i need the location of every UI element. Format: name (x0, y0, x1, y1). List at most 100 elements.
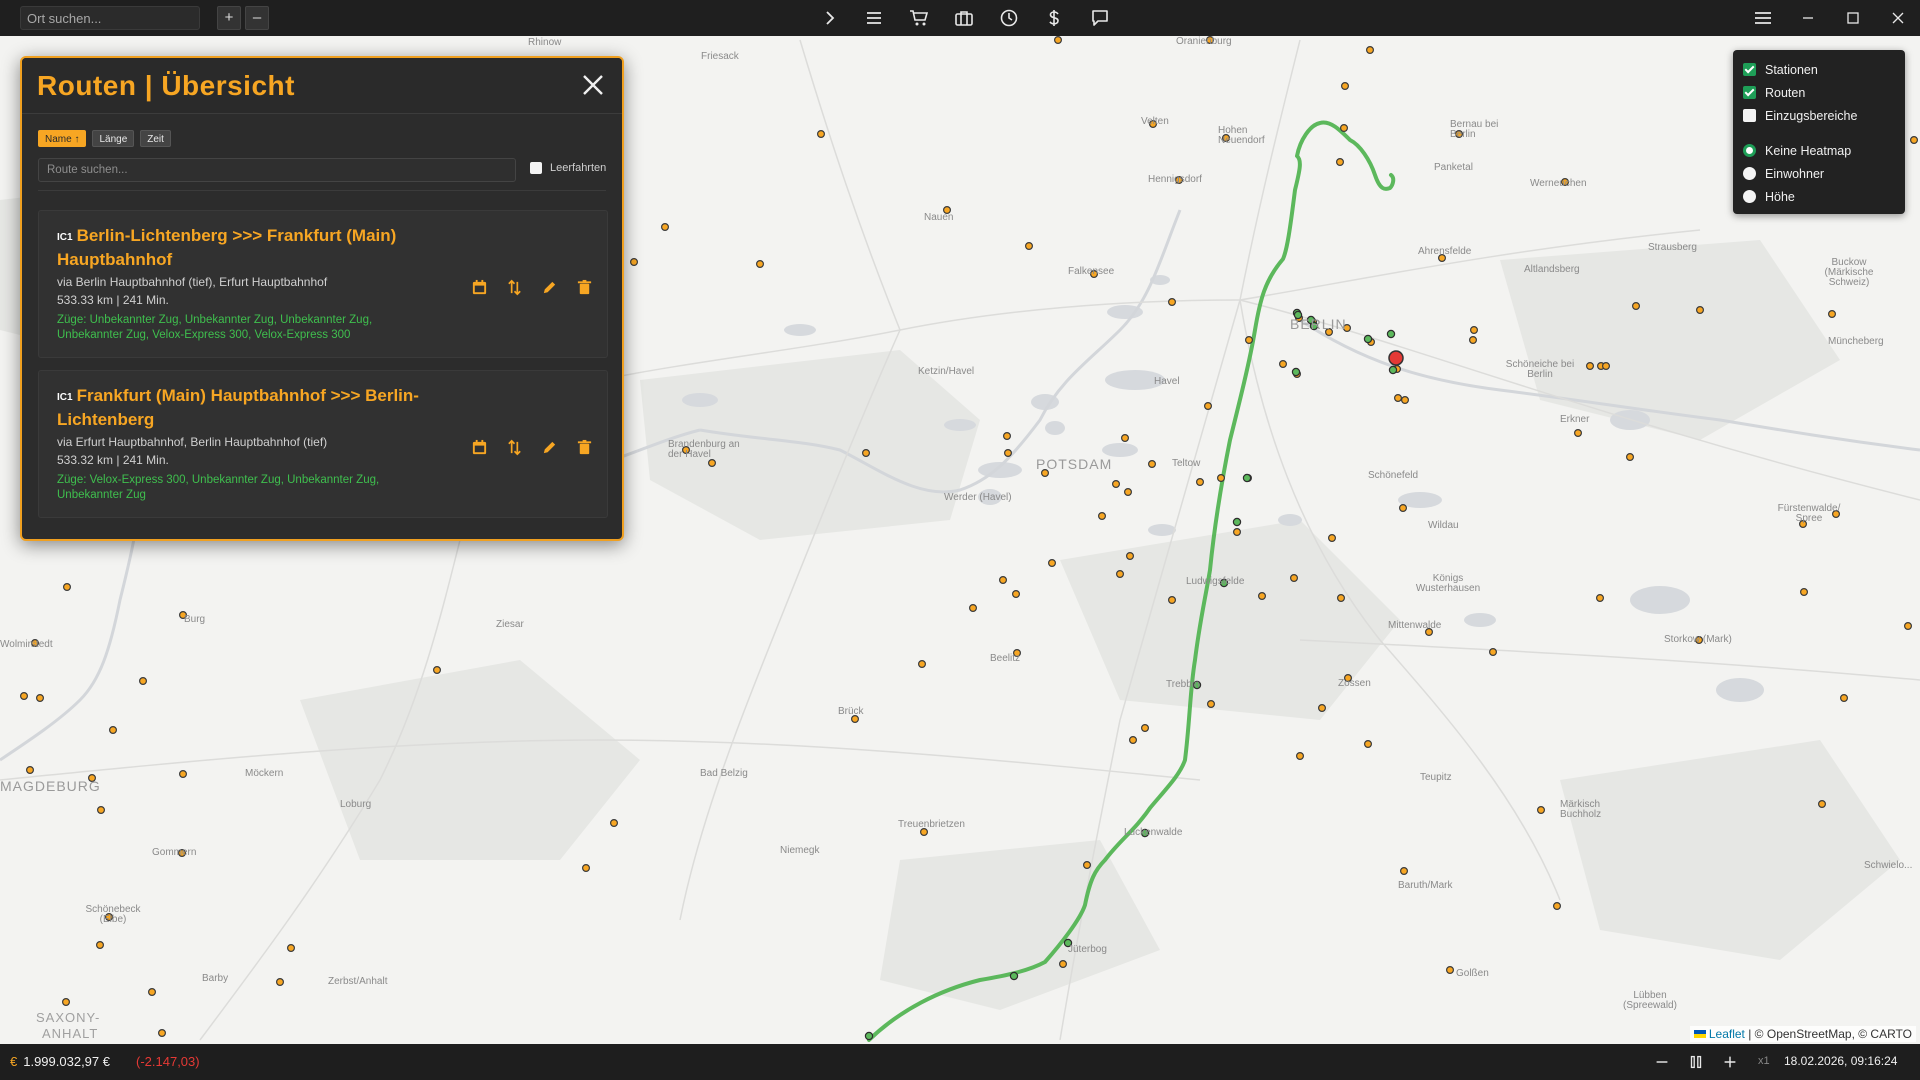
station-dot[interactable] (1697, 307, 1704, 314)
station-dot[interactable] (1026, 243, 1033, 250)
station-dot[interactable] (631, 259, 638, 266)
briefcase-icon[interactable] (952, 6, 976, 30)
station-dot[interactable] (1905, 623, 1912, 630)
shopping-cart-icon[interactable] (907, 6, 931, 30)
station-dot[interactable] (1554, 903, 1561, 910)
station-dot[interactable] (1197, 479, 1204, 486)
route-station-dot[interactable] (1292, 368, 1299, 375)
station-dot[interactable] (1117, 571, 1124, 578)
station-dot[interactable] (1205, 403, 1212, 410)
layer-einzugsbereiche[interactable]: Einzugsbereiche (1743, 104, 1895, 127)
sort-by-length-button[interactable]: Länge (92, 130, 134, 147)
station-dot[interactable] (1049, 560, 1056, 567)
chat-icon[interactable] (1088, 6, 1112, 30)
route-title[interactable]: IC1Frankfurt (Main) Hauptbahnhof >>> Ber… (57, 385, 437, 431)
station-dot[interactable] (1841, 695, 1848, 702)
station-dot[interactable] (1400, 505, 1407, 512)
edit-route-button[interactable] (539, 277, 560, 298)
clock-icon[interactable] (997, 6, 1021, 30)
station-dot[interactable] (1005, 450, 1012, 457)
station-dot[interactable] (1337, 159, 1344, 166)
station-dot[interactable] (1603, 363, 1610, 370)
route-search-input[interactable] (38, 158, 516, 182)
route-station-dot[interactable] (865, 1032, 872, 1039)
station-dot[interactable] (1099, 513, 1106, 520)
checkbox-checked[interactable] (1743, 86, 1756, 99)
station-dot[interactable] (98, 807, 105, 814)
layer-routen[interactable]: Routen (1743, 81, 1895, 104)
station-dot[interactable] (1122, 435, 1129, 442)
station-dot[interactable] (1013, 591, 1020, 598)
station-dot[interactable] (1627, 454, 1634, 461)
route-station-dot[interactable] (1387, 330, 1394, 337)
station-dot[interactable] (1004, 433, 1011, 440)
radio-unselected[interactable] (1743, 190, 1756, 203)
station-dot[interactable] (110, 727, 117, 734)
maximize-icon[interactable] (1841, 6, 1865, 30)
heatmap-none[interactable]: Keine Heatmap (1743, 139, 1895, 162)
station-dot[interactable] (1471, 327, 1478, 334)
station-dot[interactable] (1395, 395, 1402, 402)
edit-route-button[interactable] (539, 437, 560, 458)
checkbox-unchecked[interactable] (1743, 109, 1756, 122)
station-dot[interactable] (1633, 303, 1640, 310)
station-dot[interactable] (1280, 361, 1287, 368)
route-station-dot[interactable] (1364, 335, 1371, 342)
empty-runs-toggle[interactable]: Leerfahrten (530, 162, 606, 174)
station-dot[interactable] (818, 131, 825, 138)
slow-down-button[interactable] (1652, 1052, 1672, 1072)
station-dot[interactable] (1319, 705, 1326, 712)
reverse-route-button[interactable] (504, 437, 525, 458)
station-dot[interactable] (1597, 595, 1604, 602)
station-dot[interactable] (662, 224, 669, 231)
schedule-button[interactable] (469, 437, 490, 458)
zoom-out-button[interactable]: – (245, 6, 269, 30)
delete-route-button[interactable] (574, 437, 595, 458)
dollar-icon[interactable] (1042, 6, 1066, 30)
station-dot[interactable] (1365, 741, 1372, 748)
station-dot[interactable] (63, 999, 70, 1006)
reverse-route-button[interactable] (504, 277, 525, 298)
station-dot[interactable] (709, 460, 716, 467)
pause-button[interactable] (1686, 1052, 1706, 1072)
station-dot[interactable] (1208, 701, 1215, 708)
selected-station-marker[interactable] (1389, 351, 1403, 365)
station-dot[interactable] (1447, 967, 1454, 974)
checkbox-unchecked[interactable] (530, 162, 542, 174)
station-dot[interactable] (1169, 299, 1176, 306)
station-dot[interactable] (1169, 597, 1176, 604)
station-dot[interactable] (1259, 593, 1266, 600)
station-dot[interactable] (1142, 725, 1149, 732)
station-dot[interactable] (1127, 553, 1134, 560)
station-dot[interactable] (1587, 363, 1594, 370)
station-dot[interactable] (159, 1030, 166, 1037)
station-dot[interactable] (1055, 37, 1062, 44)
station-dot[interactable] (288, 945, 295, 952)
station-dot[interactable] (583, 865, 590, 872)
station-dot[interactable] (1246, 337, 1253, 344)
station-dot[interactable] (1125, 489, 1132, 496)
station-dot[interactable] (919, 661, 926, 668)
station-dot[interactable] (1367, 47, 1374, 54)
route-station-dot[interactable] (1389, 366, 1396, 373)
station-dot[interactable] (149, 989, 156, 996)
heatmap-hoehe[interactable]: Höhe (1743, 185, 1895, 208)
station-dot[interactable] (1338, 595, 1345, 602)
station-dot[interactable] (970, 605, 977, 612)
route-station-dot[interactable] (1010, 972, 1017, 979)
layer-stationen[interactable]: Stationen (1743, 58, 1895, 81)
close-icon[interactable] (1886, 6, 1910, 30)
station-dot[interactable] (1149, 461, 1156, 468)
station-dot[interactable] (1297, 753, 1304, 760)
leaflet-link[interactable]: Leaflet (1709, 1027, 1745, 1041)
location-search-input[interactable] (20, 6, 200, 30)
station-dot[interactable] (611, 820, 618, 827)
sort-by-time-button[interactable]: Zeit (140, 130, 171, 147)
station-dot[interactable] (140, 678, 147, 685)
list-icon[interactable] (862, 6, 886, 30)
station-dot[interactable] (277, 979, 284, 986)
menu-icon[interactable] (1751, 6, 1775, 30)
station-dot[interactable] (1329, 535, 1336, 542)
station-dot[interactable] (1490, 649, 1497, 656)
speed-up-button[interactable] (1720, 1052, 1740, 1072)
